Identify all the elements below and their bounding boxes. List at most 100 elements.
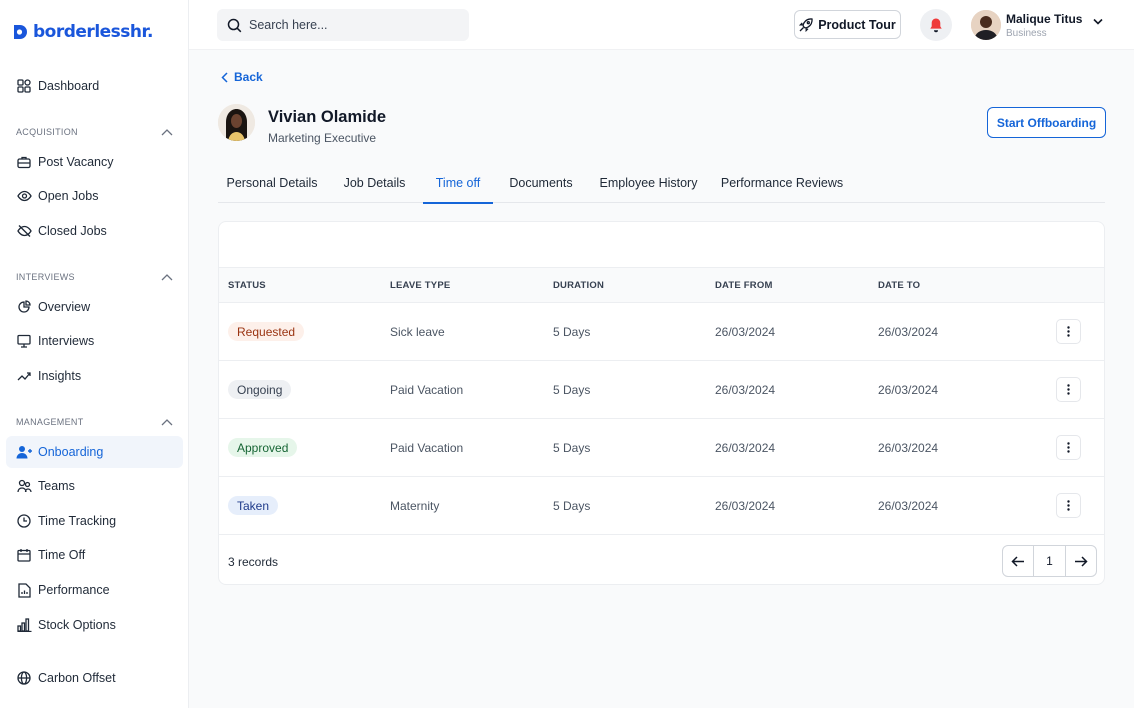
section-header-management[interactable]: MANAGEMENT — [16, 417, 173, 427]
sidebar-item-onboarding[interactable]: Onboarding — [6, 436, 183, 468]
search-icon — [227, 18, 242, 32]
section-title: ACQUISITION — [16, 127, 78, 137]
notifications-button[interactable] — [920, 9, 952, 41]
brand-name: borderlesshr. — [33, 22, 153, 42]
file-chart-icon — [16, 582, 32, 598]
sidebar-item-label: Closed Jobs — [38, 224, 107, 238]
more-vertical-icon — [1067, 326, 1070, 337]
sidebar-item-label: Carbon Offset — [38, 671, 116, 685]
employee-avatar — [218, 104, 255, 141]
sidebar-item-dashboard[interactable]: Dashboard — [6, 70, 183, 102]
arrow-right-icon — [1074, 555, 1088, 567]
sidebar-item-time-tracking[interactable]: Time Tracking — [6, 505, 183, 537]
more-vertical-icon — [1067, 442, 1070, 453]
product-tour-label: Product Tour — [818, 17, 896, 32]
user-avatar[interactable] — [971, 10, 1001, 40]
sidebar-item-open-jobs[interactable]: Open Jobs — [6, 180, 183, 212]
brand-mark-icon — [14, 25, 27, 39]
tab-job-details[interactable]: Job Details — [332, 163, 417, 203]
section-header-acquisition[interactable]: ACQUISITION — [16, 127, 173, 137]
sidebar-item-label: Performance — [38, 583, 110, 597]
row-actions-button[interactable] — [1056, 493, 1081, 518]
top-bar: Product Tour Malique Titus Business — [189, 0, 1134, 50]
previous-page-button[interactable] — [1003, 546, 1033, 576]
sidebar-item-label: Stock Options — [38, 618, 116, 632]
sidebar-item-insights[interactable]: Insights — [6, 360, 183, 392]
sidebar-item-overview[interactable]: Overview — [6, 291, 183, 323]
search-box[interactable] — [217, 9, 469, 41]
product-tour-button[interactable]: Product Tour — [794, 10, 901, 39]
sidebar-item-label: Overview — [38, 300, 91, 314]
eye-icon — [16, 188, 32, 204]
column-header-leave-type: LEAVE TYPE — [390, 280, 451, 291]
section-header-interviews[interactable]: INTERVIEWS — [16, 272, 173, 282]
date-from-cell: 26/03/2024 — [715, 499, 776, 513]
profile-tabs: Personal Details Job Details Time off Do… — [218, 163, 1105, 204]
column-header-duration: DURATION — [553, 280, 605, 291]
sidebar-item-label: Open Jobs — [38, 189, 99, 203]
sidebar-item-closed-jobs[interactable]: Closed Jobs — [6, 215, 183, 247]
back-link[interactable]: Back — [221, 70, 263, 84]
time-off-table-card: STATUS LEAVE TYPE DURATION DATE FROM DAT… — [218, 221, 1105, 585]
sidebar-item-time-off[interactable]: Time Off — [6, 539, 183, 571]
date-to-cell: 26/03/2024 — [878, 383, 939, 397]
sidebar-item-post-vacancy[interactable]: Post Vacancy — [6, 146, 183, 178]
pie-chart-icon — [16, 299, 32, 315]
table-row: Ongoing Paid Vacation 5 Days 26/03/2024 … — [219, 361, 1104, 419]
leave-type-cell: Maternity — [390, 499, 440, 513]
table-row: Taken Maternity 5 Days 26/03/2024 26/03/… — [219, 477, 1104, 535]
chevron-left-icon — [221, 71, 228, 83]
tab-time-off[interactable]: Time off — [423, 163, 493, 204]
sidebar-item-performance[interactable]: Performance — [6, 574, 183, 606]
date-from-cell: 26/03/2024 — [715, 441, 776, 455]
table-row: Approved Paid Vacation 5 Days 26/03/2024… — [219, 419, 1104, 477]
duration-cell: 5 Days — [553, 499, 591, 513]
date-to-cell: 26/03/2024 — [878, 325, 939, 339]
chevron-down-icon[interactable] — [1093, 18, 1103, 25]
sidebar-item-stock-options[interactable]: Stock Options — [6, 609, 183, 641]
eye-off-icon — [16, 223, 32, 239]
tab-performance-reviews[interactable]: Performance Reviews — [716, 163, 848, 203]
bell-icon — [930, 18, 942, 33]
tab-documents[interactable]: Documents — [501, 163, 581, 203]
tab-personal-details[interactable]: Personal Details — [218, 163, 326, 203]
status-badge: Requested — [228, 322, 305, 341]
sidebar-item-label: Post Vacancy — [38, 155, 114, 169]
start-offboarding-button[interactable]: Start Offboarding — [987, 107, 1106, 138]
calendar-icon — [16, 547, 32, 563]
chevron-up-icon — [161, 129, 173, 136]
status-badge: Ongoing — [228, 380, 292, 399]
sidebar-item-interviews[interactable]: Interviews — [6, 325, 183, 357]
user-role: Business — [1006, 28, 1047, 39]
more-vertical-icon — [1067, 384, 1070, 395]
next-page-button[interactable] — [1066, 546, 1096, 576]
row-actions-button[interactable] — [1056, 319, 1081, 344]
leave-type-cell: Paid Vacation — [390, 441, 464, 455]
sidebar-item-label: Teams — [38, 479, 75, 493]
status-badge: Taken — [228, 496, 279, 515]
table-row: Requested Sick leave 5 Days 26/03/2024 2… — [219, 303, 1104, 361]
page-number-button[interactable]: 1 — [1033, 546, 1066, 576]
sidebar-item-label: Time Off — [38, 548, 86, 562]
monitor-icon — [16, 333, 32, 349]
row-actions-button[interactable] — [1056, 435, 1081, 460]
grid-icon — [16, 78, 32, 94]
trend-icon — [16, 368, 32, 384]
sidebar-item-carbon-offset[interactable]: Carbon Offset — [6, 662, 183, 694]
section-title: INTERVIEWS — [16, 272, 75, 282]
clock-icon — [16, 513, 32, 529]
tab-employee-history[interactable]: Employee History — [593, 163, 704, 203]
sidebar-item-label: Interviews — [38, 334, 95, 348]
table-header: STATUS LEAVE TYPE DURATION DATE FROM DAT… — [219, 267, 1104, 303]
brand-logo[interactable]: borderlesshr. — [12, 22, 153, 42]
bar-chart-icon — [16, 617, 32, 633]
column-header-status: STATUS — [228, 280, 266, 291]
user-plus-icon — [16, 444, 32, 460]
sidebar-item-teams[interactable]: Teams — [6, 470, 183, 502]
section-title: MANAGEMENT — [16, 417, 84, 427]
date-from-cell: 26/03/2024 — [715, 383, 776, 397]
leave-type-cell: Sick leave — [390, 325, 445, 339]
sidebar-item-label: Dashboard — [38, 79, 100, 93]
search-input[interactable] — [249, 18, 449, 32]
row-actions-button[interactable] — [1056, 377, 1081, 402]
